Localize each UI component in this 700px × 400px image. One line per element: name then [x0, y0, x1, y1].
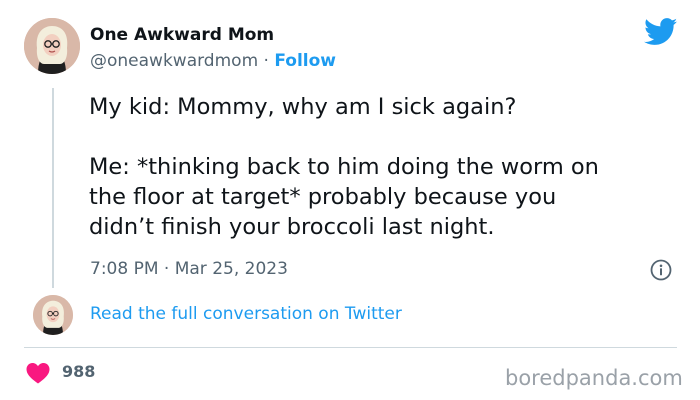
- handle-separator: ·: [258, 51, 275, 71]
- tweet-time: 7:08 PM: [90, 259, 159, 279]
- tweet-date: Mar 25, 2023: [174, 259, 288, 279]
- author-handle[interactable]: @oneawkwardmom: [90, 51, 258, 71]
- heart-icon[interactable]: [26, 362, 50, 384]
- follow-button[interactable]: Follow: [274, 51, 336, 71]
- tweet-line-2: Me: *thinking back to him doing the worm…: [89, 154, 599, 240]
- tweet-line-1: My kid: Mommy, why am I sick again?: [89, 94, 517, 120]
- like-count: 988: [62, 362, 96, 381]
- divider: [24, 347, 677, 348]
- info-icon[interactable]: [650, 259, 672, 281]
- read-conversation-link[interactable]: Read the full conversation on Twitter: [90, 304, 402, 324]
- author-name[interactable]: One Awkward Mom: [90, 25, 274, 45]
- tweet-timestamp[interactable]: 7:08 PM · Mar 25, 2023: [90, 259, 288, 279]
- author-handle-row: @oneawkwardmom · Follow: [90, 51, 336, 71]
- author-avatar[interactable]: [24, 18, 80, 74]
- conversation-avatar[interactable]: [33, 295, 73, 335]
- thread-line: [52, 88, 54, 288]
- tweet-text: My kid: Mommy, why am I sick again? Me: …: [89, 92, 689, 242]
- date-separator: ·: [158, 259, 175, 279]
- twitter-bird-icon[interactable]: [644, 18, 678, 46]
- watermark: boredpanda.com: [505, 366, 683, 390]
